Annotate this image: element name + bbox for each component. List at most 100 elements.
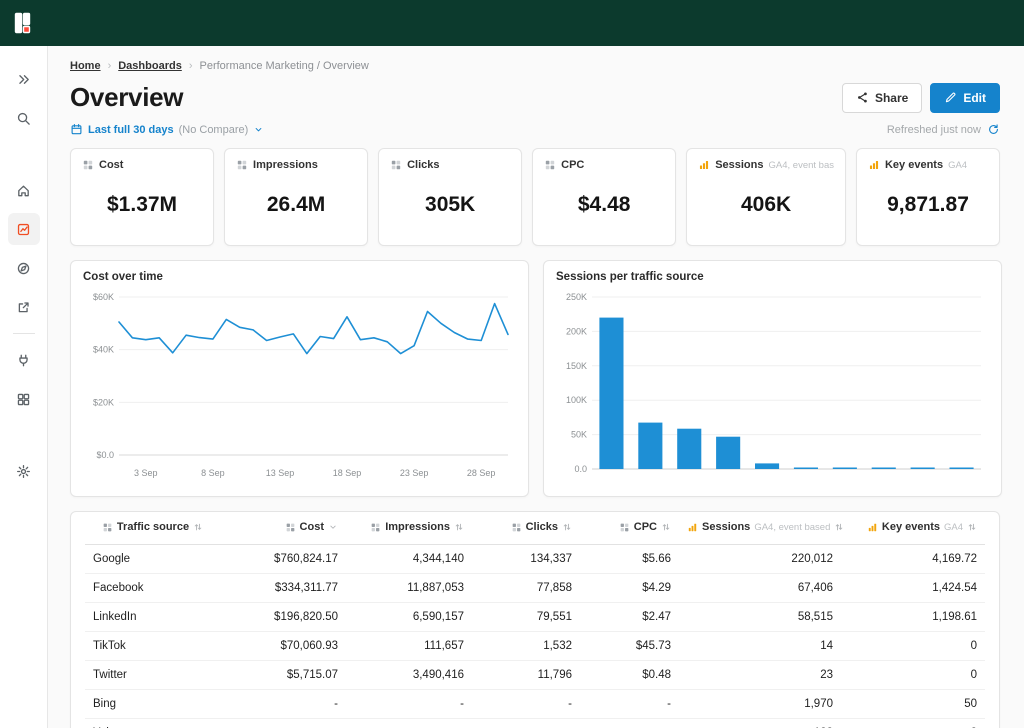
edit-button[interactable]: Edit [930, 82, 1000, 113]
cell-value: - [346, 718, 472, 728]
kpi-label: Clicks [407, 159, 440, 171]
kpi-label: Impressions [253, 159, 318, 171]
kpi-card-cpc[interactable]: CPC $4.48 [532, 148, 677, 246]
traffic-source-table: Traffic source Cost Impressions Clicks CPC Se… [85, 512, 985, 728]
sidebar-item-share[interactable] [8, 291, 40, 323]
cell-value: $196,820.50 [220, 602, 346, 632]
edit-button-label: Edit [963, 90, 986, 105]
kpi-label: CPC [561, 159, 585, 171]
sidebar-item-dashboards[interactable] [7, 213, 40, 245]
kpi-card-clicks[interactable]: Clicks 305K [378, 148, 523, 246]
plug-icon [16, 353, 31, 368]
svg-text:8 Sep: 8 Sep [201, 468, 225, 478]
breadcrumb-item[interactable]: Dashboards [118, 60, 182, 72]
column-label: Sessions [702, 521, 751, 533]
kpi-value: 9,871.87 [887, 193, 969, 216]
chevrons-right-icon [16, 72, 31, 87]
sidebar [0, 46, 48, 728]
kpi-label: Key events [884, 159, 944, 171]
svg-text:3 Sep: 3 Sep [134, 468, 158, 478]
sidebar-item-data-sources[interactable] [8, 383, 40, 415]
sort-icon [454, 522, 464, 532]
share-icon [856, 91, 869, 104]
kpi-value: 305K [425, 193, 476, 216]
svg-text:$0.0: $0.0 [96, 450, 114, 460]
ga-icon [868, 159, 880, 171]
column-header-sessions[interactable]: Sessions GA4, event based [679, 512, 844, 545]
cell-traffic-source: LinkedIn [85, 602, 220, 632]
column-label: Key events [881, 521, 940, 533]
kpi-label: Sessions [715, 159, 764, 171]
cell-value: 14 [679, 631, 841, 661]
cell-value: 1,970 [679, 689, 841, 719]
sort-icon [834, 522, 844, 532]
dashboard-icon [16, 222, 31, 237]
edit-icon [944, 91, 957, 104]
cell-traffic-source: Twitter [85, 660, 220, 690]
cell-value: 183 [679, 718, 841, 728]
topbar [0, 0, 1024, 46]
share-button-label: Share [874, 90, 909, 105]
svg-text:150K: 150K [566, 361, 587, 371]
ga-icon [698, 159, 710, 171]
sidebar-item-explore[interactable] [8, 252, 40, 284]
chart-title: Cost over time [83, 271, 163, 283]
column-header-clicks[interactable]: Clicks [472, 512, 580, 545]
table-row-twitter: Twitter $5,715.07 3,490,416 11,796 $0.48 23 0 [85, 660, 985, 690]
cell-value: 23 [679, 660, 841, 690]
column-badge: GA4, event based [754, 521, 831, 533]
date-range-label: Last full 30 days [88, 123, 174, 136]
metric-icon [619, 522, 630, 533]
metric-icon [370, 522, 381, 533]
cell-traffic-source: Google [85, 544, 220, 574]
kpi-value: 26.4M [266, 193, 326, 216]
breadcrumb-item[interactable]: Home [70, 60, 101, 72]
column-header-traffic-source[interactable]: Traffic source [85, 512, 220, 545]
kpi-row: Cost $1.37M Impressions 26.4M Clicks 305K CPC $… [70, 148, 1001, 246]
sidebar-item-home[interactable] [8, 174, 40, 206]
refresh-icon[interactable] [987, 123, 1000, 136]
chevron-down-icon [253, 124, 264, 135]
sidebar-divider [12, 333, 35, 334]
cell-value: $4.29 [580, 573, 679, 603]
table-row-facebook: Facebook $334,311.77 11,887,053 77,858 $4.29… [85, 573, 985, 603]
cell-value: - [472, 718, 580, 728]
kpi-card-cost[interactable]: Cost $1.37M [70, 148, 215, 246]
chart-title: Sessions per traffic source [556, 271, 704, 283]
cell-value: 8 [841, 718, 985, 728]
funnel-logo[interactable] [14, 12, 36, 34]
column-header-cpc[interactable]: CPC [580, 512, 679, 545]
column-header-key-events[interactable]: Key events GA4 [841, 512, 985, 545]
compare-label: (No Compare) [178, 123, 249, 136]
date-range-picker[interactable]: Last full 30 days (No Compare) [70, 123, 264, 136]
metric-icon [390, 159, 402, 171]
cell-value: 4,169.72 [841, 544, 985, 574]
column-label: CPC [633, 521, 657, 533]
breadcrumb: Home › Dashboards › Performance Marketing / … [70, 60, 1000, 72]
sidebar-item-connectors[interactable] [8, 344, 40, 376]
kpi-card-sessions[interactable]: Sessions GA4, event bas 406K [686, 148, 846, 246]
cell-value: $45.73 [580, 631, 679, 661]
cell-value: 0 [841, 660, 985, 690]
sidebar-item-settings[interactable] [8, 455, 40, 487]
sidebar-item-collapse[interactable] [8, 63, 40, 95]
kpi-card-impressions[interactable]: Impressions 26.4M [224, 148, 369, 246]
metric-icon [544, 159, 556, 171]
column-label: Clicks [525, 521, 558, 533]
column-header-impressions[interactable]: Impressions [346, 512, 472, 545]
table-row-linkedin: LinkedIn $196,820.50 6,590,157 79,551 $2.47 5… [85, 602, 985, 632]
cell-value: 58,515 [679, 602, 841, 632]
cell-value: - [220, 689, 346, 719]
table-row-google: Google $760,824.17 4,344,140 134,337 $5.66 22… [85, 544, 985, 574]
share-button[interactable]: Share [841, 82, 923, 113]
svg-text:18 Sep: 18 Sep [333, 468, 362, 478]
sidebar-item-search[interactable] [8, 102, 40, 134]
main-content: Home › Dashboards › Performance Marketing / … [48, 46, 1024, 728]
column-header-cost[interactable]: Cost [220, 512, 346, 545]
cell-traffic-source: TikTok [85, 631, 220, 661]
cell-value: 111,657 [346, 631, 472, 661]
ga-icon [687, 522, 698, 533]
kpi-card-key-events[interactable]: Key events GA4 9,871.87 [855, 148, 1001, 246]
svg-text:23 Sep: 23 Sep [400, 468, 429, 478]
